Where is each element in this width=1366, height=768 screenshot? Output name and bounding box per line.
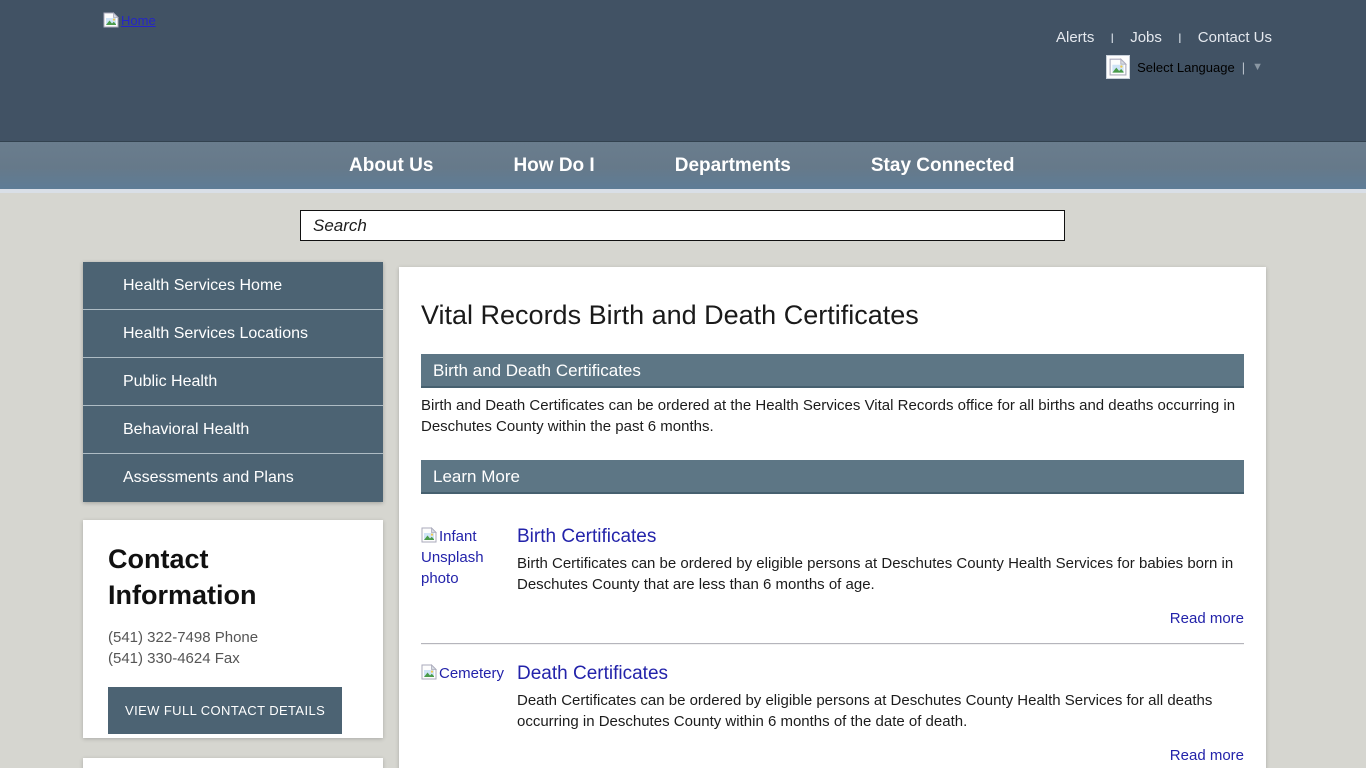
learn-more-banner: Learn More [421,460,1244,494]
article-image-link[interactable]: Cemetery [421,663,517,764]
language-selector[interactable]: Select Language | ▼ [1106,55,1263,79]
nav-stay-connected[interactable]: Stay Connected [871,155,1015,177]
birth-certificates-link[interactable]: Birth Certificates [517,526,1244,548]
article-body: Death Certificates Death Certificates ca… [517,663,1244,764]
home-link-label: Home [121,13,156,28]
language-divider: | [1242,60,1245,75]
read-more-link[interactable]: Read more [1170,610,1244,627]
chevron-down-icon[interactable]: ▼ [1252,61,1263,73]
sidebar-item-health-services-locations[interactable]: Health Services Locations [83,310,383,358]
read-more-link[interactable]: Read more [1170,747,1244,764]
translate-icon-box[interactable] [1106,55,1130,79]
section-menu: Health Services Home Health Services Loc… [83,262,383,502]
sidebar-lower-card [83,758,383,768]
sidebar-item-public-health[interactable]: Public Health [83,358,383,406]
nav-about-us[interactable]: About Us [349,155,433,177]
contact-us-link[interactable]: Contact Us [1198,29,1272,46]
select-language-label[interactable]: Select Language [1137,60,1235,75]
article-body: Birth Certificates Birth Certificates ca… [517,526,1244,627]
divider [421,643,1244,645]
home-link[interactable]: Home [103,12,156,28]
sidebar-item-health-services-home[interactable]: Health Services Home [83,262,383,310]
read-more-row: Read more [517,747,1244,764]
fax-number: (541) 330-4624 Fax [108,648,358,669]
contact-numbers: (541) 322-7498 Phone (541) 330-4624 Fax [108,627,358,669]
death-certificates-link[interactable]: Death Certificates [517,663,1244,685]
phone-number: (541) 322-7498 Phone [108,627,358,648]
broken-image-icon [103,12,119,28]
birth-and-death-certificates-banner: Birth and Death Certificates [421,354,1244,388]
contact-information-title: Contact Information [108,542,278,614]
alerts-link[interactable]: Alerts [1056,29,1094,46]
nav-departments[interactable]: Departments [675,155,791,177]
article-image-link[interactable]: Infant Unsplash photo [421,526,517,627]
broken-image-icon [421,664,437,680]
image-alt-text: Cemetery [439,665,504,682]
main-navigation: About Us How Do I Departments Stay Conne… [0,141,1366,189]
article-death-certificates: Cemetery Death Certificates Death Certif… [421,663,1244,764]
nav-bottom-strip [0,189,1366,193]
broken-image-icon [421,527,437,543]
search-input[interactable] [300,210,1065,241]
broken-image-icon [1109,58,1127,76]
site-header: Home Alerts I Jobs I Contact Us Select L… [0,0,1366,141]
sidebar-item-assessments-and-plans[interactable]: Assessments and Plans [83,454,383,502]
nav-how-do-i[interactable]: How Do I [513,155,594,177]
utility-links: Alerts I Jobs I Contact Us [1056,29,1272,46]
read-more-row: Read more [517,610,1244,627]
article-birth-certificates: Infant Unsplash photo Birth Certificates… [421,526,1244,627]
article-description: Birth Certificates can be ordered by eli… [517,553,1244,595]
link-separator: I [1110,30,1114,46]
article-description: Death Certificates can be ordered by eli… [517,690,1244,732]
jobs-link[interactable]: Jobs [1130,29,1162,46]
page-title: Vital Records Birth and Death Certificat… [421,300,1244,331]
intro-paragraph: Birth and Death Certificates can be orde… [421,395,1244,437]
link-separator: I [1178,30,1182,46]
view-full-contact-details-button[interactable]: VIEW FULL CONTACT DETAILS [108,687,342,734]
contact-information-card: Contact Information (541) 322-7498 Phone… [83,520,383,738]
main-content: Vital Records Birth and Death Certificat… [399,267,1266,768]
sidebar-item-behavioral-health[interactable]: Behavioral Health [83,406,383,454]
